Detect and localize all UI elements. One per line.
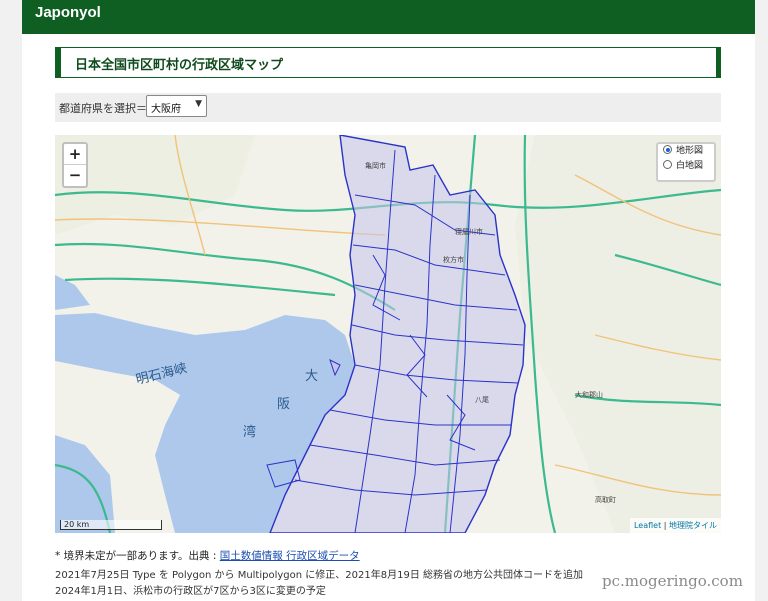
update-note: 2024年1月1日、浜松市の行政区が7区から3区に変更の予定	[55, 586, 326, 597]
prefecture-select-value: 大阪府	[151, 104, 181, 115]
layer-label: 地形図	[676, 146, 704, 156]
prefecture-select-label: 都道府県を選択＝	[59, 102, 147, 115]
map-scale: 20 km	[60, 520, 162, 530]
place-label: 寝屋川市	[455, 228, 483, 236]
leaflet-link[interactable]: Leaflet	[634, 521, 661, 530]
source-note-prefix: * 境界未定が一部あります。出典 :	[55, 550, 217, 562]
place-label: 高取町	[595, 496, 616, 504]
source-note: * 境界未定が一部あります。出典 : 国土数値情報 行政区域データ	[55, 548, 360, 563]
update-note: 2021年7月25日 Type を Polygon から Multipolygo…	[55, 570, 583, 581]
map-attribution: Leaflet | 地理院タイル	[629, 518, 721, 533]
zoom-control: + −	[62, 142, 88, 188]
place-label: 大和郡山	[575, 391, 603, 399]
watermark: pc.mogeringo.com	[602, 572, 743, 590]
place-label: 八尾	[475, 396, 489, 404]
layer-option-blank[interactable]: 白地図	[658, 159, 714, 174]
zoom-out-button[interactable]: −	[64, 164, 86, 185]
attribution-separator: |	[661, 521, 669, 530]
prefecture-selector-bar: 都道府県を選択＝ 大阪府 ▼	[55, 93, 721, 122]
site-logo[interactable]: Japonyol	[35, 4, 101, 22]
map-view[interactable]: 明石海峡 大 阪 湾 亀岡市 枚方市 八尾 大和郡山 高取町 寝屋川市 + − …	[55, 135, 721, 533]
layer-label: 白地図	[676, 161, 704, 171]
page-container: Japonyol 日本全国市区町村の行政区域マップ 都道府県を選択＝ 大阪府 ▼	[22, 0, 755, 601]
place-label: 亀岡市	[365, 162, 386, 170]
place-label: 枚方市	[443, 256, 464, 264]
layer-option-terrain[interactable]: 地形図	[658, 144, 714, 159]
sea-label-osaka-1: 大	[305, 369, 319, 384]
prefecture-select[interactable]: 大阪府 ▼	[146, 95, 207, 117]
sea-label-osaka-2: 阪	[277, 397, 291, 412]
page-title: 日本全国市区町村の行政区域マップ	[75, 58, 284, 73]
page-title-box: 日本全国市区町村の行政区域マップ	[55, 47, 721, 78]
chevron-down-icon: ▼	[195, 99, 202, 109]
radio-unselected-icon[interactable]	[663, 160, 672, 169]
sea-label-osaka-3: 湾	[243, 425, 257, 440]
site-header: Japonyol	[22, 0, 755, 34]
gsi-tiles-link[interactable]: 地理院タイル	[669, 521, 717, 530]
layer-control: 地形図 白地図	[656, 142, 716, 182]
radio-selected-icon[interactable]	[663, 145, 672, 154]
map-tiles	[55, 135, 721, 533]
source-link[interactable]: 国土数値情報 行政区域データ	[220, 550, 360, 562]
zoom-in-button[interactable]: +	[64, 144, 86, 164]
